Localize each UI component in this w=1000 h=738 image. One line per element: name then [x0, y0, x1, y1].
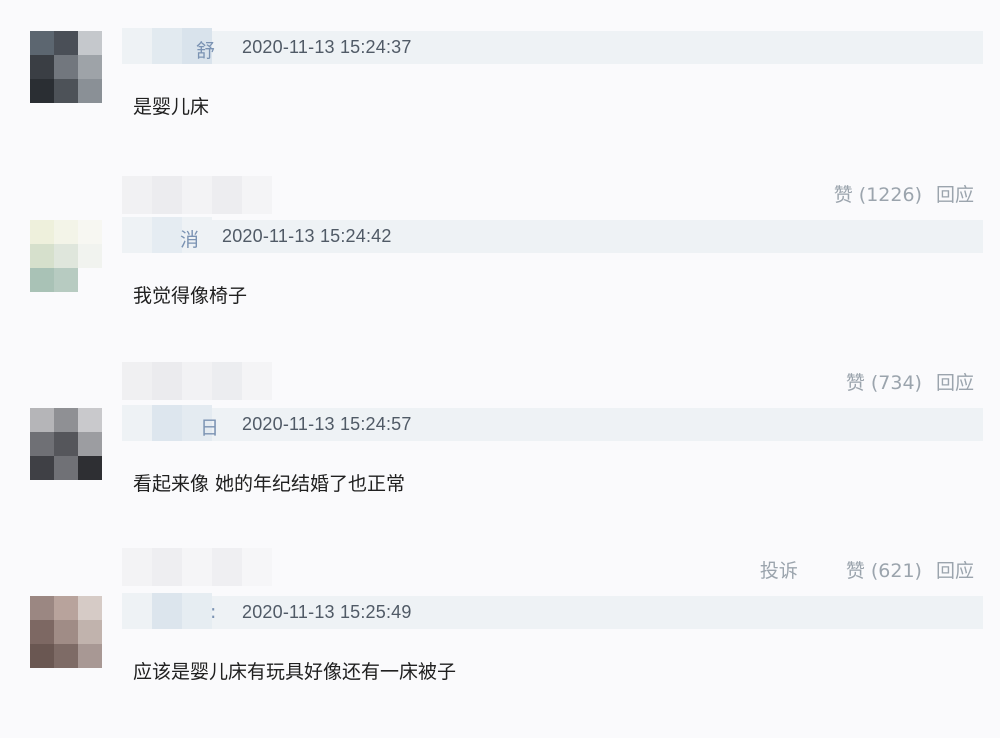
comment-timestamp: 2020-11-13 15:24:37	[242, 37, 412, 57]
comment-actions: 赞 (1226) 回应	[834, 180, 974, 207]
like-button[interactable]: 赞 (734)	[846, 368, 922, 395]
reply-button[interactable]: 回应	[936, 556, 974, 583]
like-button[interactable]: 赞 (1226)	[834, 180, 922, 207]
username-tail[interactable]: 日	[200, 413, 219, 440]
comment-timestamp: 2020-11-13 15:24:42	[222, 226, 392, 246]
comment-text: 我觉得像椅子	[133, 285, 248, 307]
username-tail[interactable]: 舒	[196, 36, 215, 63]
comment-text: 看起来像 她的年纪结婚了也正常	[133, 473, 406, 495]
reply-button[interactable]: 回应	[936, 180, 974, 207]
report-button[interactable]: 投诉	[760, 556, 798, 583]
avatar[interactable]	[30, 220, 102, 292]
avatar[interactable]	[30, 596, 102, 668]
comment-actions: 投诉 赞 (621) 回应	[760, 556, 974, 583]
reply-blurred	[122, 362, 272, 400]
reply-button[interactable]: 回应	[936, 368, 974, 395]
comment-actions: 赞 (734) 回应	[846, 368, 974, 395]
like-button[interactable]: 赞 (621)	[846, 556, 922, 583]
reply-blurred	[122, 548, 272, 586]
comment-timestamp: 2020-11-13 15:25:49	[242, 602, 412, 622]
comment-timestamp: 2020-11-13 15:24:57	[242, 414, 412, 434]
avatar[interactable]	[30, 408, 102, 480]
username-blurred[interactable]	[122, 405, 212, 441]
comment-text: 是婴儿床	[133, 96, 210, 118]
username-blurred[interactable]	[122, 593, 212, 629]
avatar[interactable]	[30, 31, 102, 103]
comment-text: 应该是婴儿床有玩具好像还有一床被子	[133, 661, 457, 683]
username-tail[interactable]: 消	[180, 225, 199, 252]
username-tail[interactable]: :	[210, 601, 216, 623]
reply-blurred	[122, 176, 272, 214]
